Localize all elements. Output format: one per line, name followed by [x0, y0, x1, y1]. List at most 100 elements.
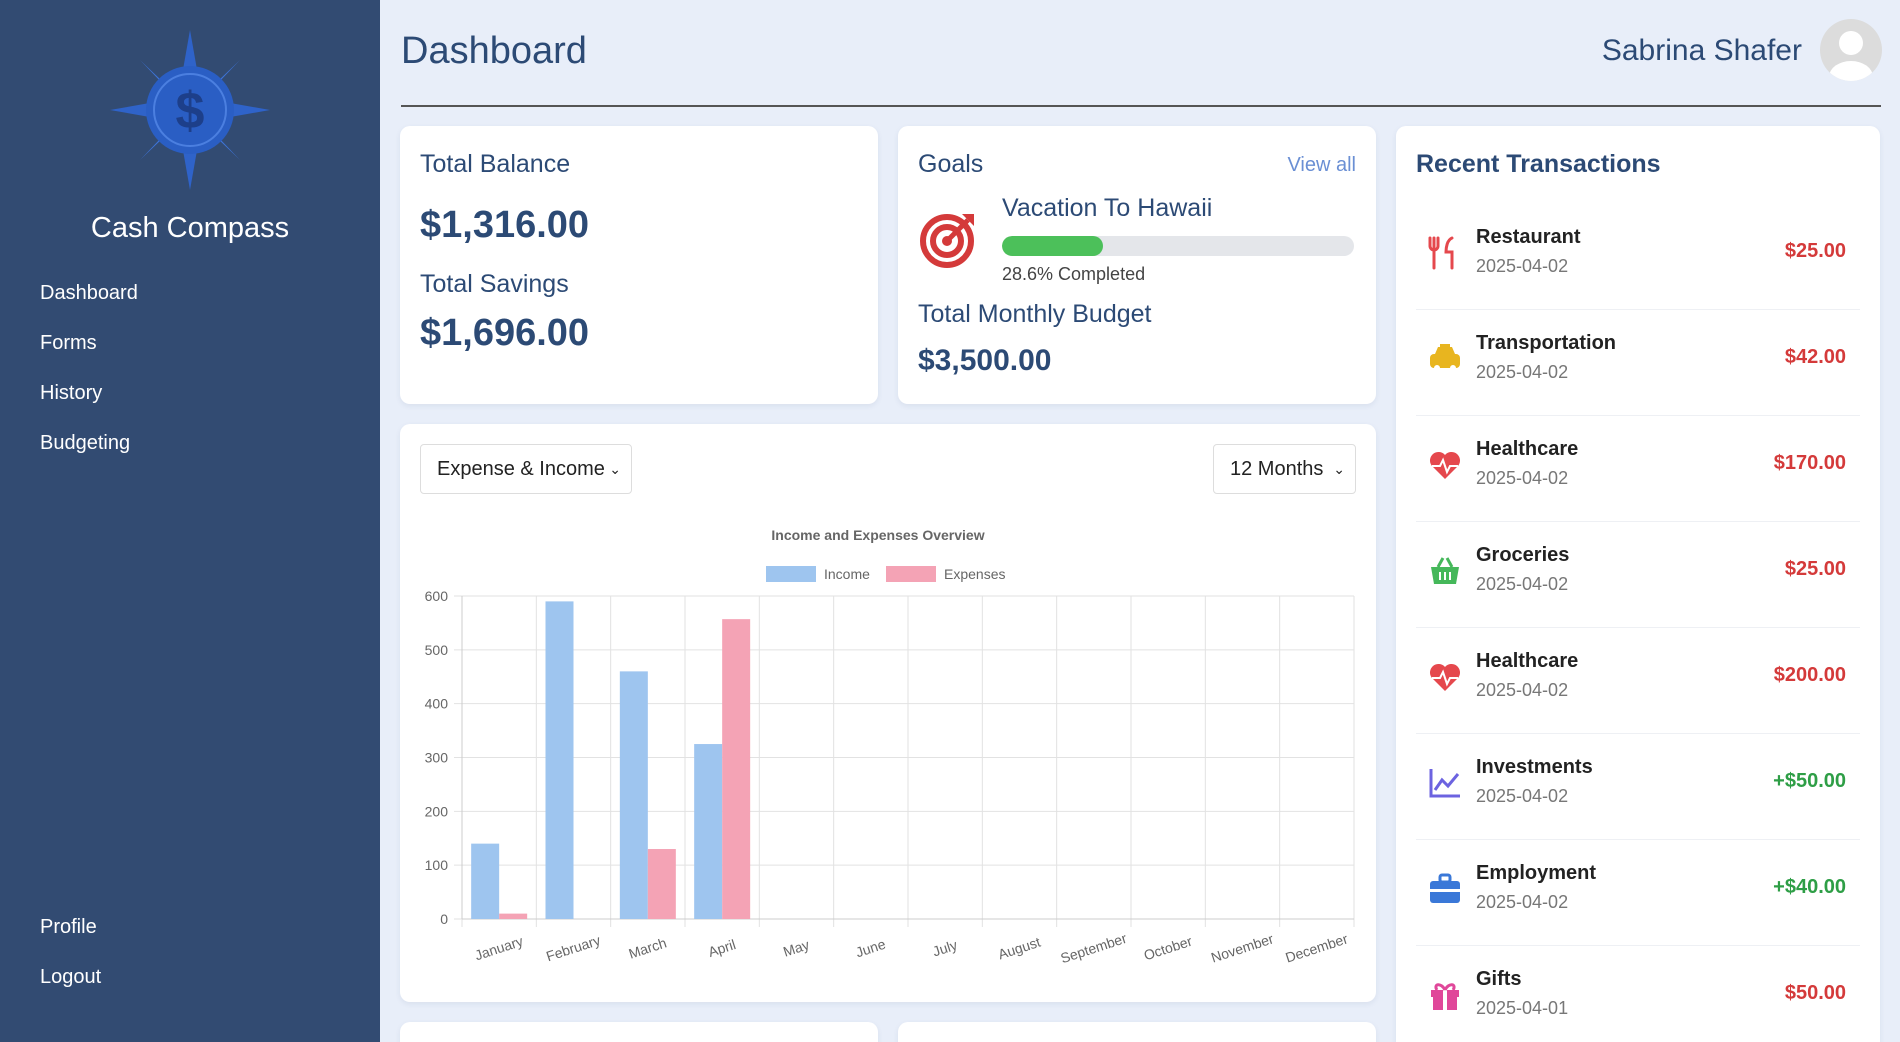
transaction-name: Transportation [1476, 332, 1617, 354]
transaction-amount: +$50.00 [1773, 770, 1846, 792]
goals-card: Goals View all Vacation To Hawaii 28.6% … [898, 126, 1376, 404]
transaction-amount: $25.00 [1784, 240, 1846, 262]
y-tick-label: 500 [425, 642, 449, 658]
chart-line-icon [1429, 769, 1460, 798]
heart-pulse-icon [1429, 451, 1461, 479]
lower-card-left [400, 1022, 878, 1042]
total-savings-value: $1,696.00 [420, 312, 590, 354]
nav-dashboard[interactable]: Dashboard [40, 282, 138, 305]
transaction-row[interactable]: Investments 2025-04-02 +$50.00 [1416, 734, 1860, 840]
transaction-row[interactable]: Restaurant 2025-04-02 $25.00 [1416, 204, 1860, 310]
nav-history[interactable]: History [40, 382, 102, 405]
transaction-row[interactable]: Healthcare 2025-04-02 $200.00 [1416, 628, 1860, 734]
view-all-link[interactable]: View all [1287, 154, 1356, 177]
nav-logout[interactable]: Logout [40, 966, 101, 989]
nav-budgeting[interactable]: Budgeting [40, 432, 130, 455]
x-tick-label: January [473, 933, 525, 964]
x-tick-label: September [1058, 930, 1128, 966]
transaction-date: 2025-04-02 [1476, 574, 1569, 594]
transaction-date: 2025-04-02 [1476, 786, 1569, 806]
page-title: Dashboard [401, 30, 587, 72]
x-tick-label: June [854, 936, 888, 961]
chart-type-value: Expense & Income [437, 458, 605, 480]
transaction-amount: $50.00 [1784, 982, 1846, 1004]
basket-icon [1431, 557, 1459, 584]
transaction-name: Employment [1476, 862, 1597, 884]
y-tick-label: 100 [425, 857, 449, 873]
transaction-row[interactable]: Groceries 2025-04-02 $25.00 [1416, 522, 1860, 628]
budget-label: Total Monthly Budget [918, 300, 1152, 328]
x-tick-label: February [544, 932, 602, 965]
chevron-down-icon: ⌄ [609, 461, 621, 477]
transaction-name: Healthcare [1476, 438, 1579, 460]
bar-expenses-march [647, 849, 676, 919]
briefcase-icon [1430, 873, 1460, 903]
transaction-row[interactable]: Healthcare 2025-04-02 $170.00 [1416, 416, 1860, 522]
legend-swatch [886, 566, 936, 582]
transaction-date: 2025-04-02 [1476, 892, 1569, 912]
sidebar: $ Cash Compass Dashboard Forms History B… [0, 0, 380, 1042]
user-name[interactable]: Sabrina Shafer [1602, 34, 1802, 68]
income-expense-chart: Income and Expenses Overview Income Expens… [425, 527, 1355, 966]
utensils-icon [1428, 236, 1454, 270]
bar-income-january [471, 843, 500, 919]
transaction-row[interactable]: Gifts 2025-04-01 $50.00 [1416, 946, 1860, 1042]
goal-progress-fill [1002, 236, 1103, 256]
transaction-amount: $170.00 [1773, 452, 1846, 474]
transaction-name: Investments [1476, 756, 1593, 778]
y-tick-label: 600 [425, 588, 449, 604]
y-tick-label: 0 [440, 911, 448, 927]
chart-range-value: 12 Months [1230, 458, 1324, 480]
target-icon [920, 214, 974, 268]
compass-dollar-logo-icon: $ [110, 30, 270, 190]
transaction-name: Groceries [1476, 544, 1570, 566]
x-tick-label: March [627, 934, 669, 961]
chevron-down-icon: ⌄ [1333, 461, 1345, 477]
transaction-row[interactable]: Transportation 2025-04-02 $42.00 [1416, 310, 1860, 416]
goals-title: Goals [918, 150, 984, 178]
total-balance-label: Total Balance [420, 150, 571, 178]
budget-value: $3,500.00 [918, 344, 1052, 377]
header-divider [401, 105, 1881, 107]
transaction-date: 2025-04-02 [1476, 468, 1569, 488]
legend-label: Expenses [944, 566, 1005, 582]
transactions-card: Recent Transactions Restaurant 2025-04-02… [1396, 126, 1880, 1042]
legend-label: Income [824, 566, 870, 582]
transaction-date: 2025-04-02 [1476, 362, 1569, 382]
x-tick-label: May [781, 936, 811, 959]
nav-forms[interactable]: Forms [40, 332, 97, 355]
bar-income-april [694, 744, 723, 919]
bar-income-february [545, 601, 574, 919]
brand-name: Cash Compass [90, 212, 290, 244]
transaction-date: 2025-04-02 [1476, 680, 1569, 700]
chart-title: Income and Expenses Overview [771, 527, 984, 543]
goal-progress-bar [1002, 236, 1354, 256]
x-tick-label: November [1209, 930, 1276, 965]
transaction-date: 2025-04-02 [1476, 256, 1569, 276]
transaction-amount: $200.00 [1773, 664, 1846, 686]
transactions-title: Recent Transactions [1416, 150, 1661, 178]
heart-pulse-icon [1429, 663, 1461, 691]
bar-income-march [619, 671, 648, 919]
transaction-name: Healthcare [1476, 650, 1579, 672]
y-tick-label: 200 [425, 803, 449, 819]
chart-range-select[interactable]: 12 Months ⌄ [1213, 444, 1356, 494]
chart-type-select[interactable]: Expense & Income ⌄ [420, 444, 632, 494]
y-tick-label: 400 [425, 696, 449, 712]
total-balance-value: $1,316.00 [420, 204, 590, 246]
user-avatar-icon[interactable] [1820, 19, 1882, 81]
transaction-name: Restaurant [1476, 226, 1581, 248]
transaction-amount: $25.00 [1784, 558, 1846, 580]
x-tick-label: July [931, 937, 960, 960]
bar-expenses-january [499, 913, 528, 919]
x-tick-label: April [706, 936, 738, 960]
svg-text:$: $ [176, 82, 205, 140]
bar-expenses-april [722, 619, 751, 919]
transaction-name: Gifts [1476, 968, 1522, 990]
transaction-row[interactable]: Employment 2025-04-02 +$40.00 [1416, 840, 1860, 946]
goal-progress-text: 28.6% Completed [1002, 264, 1146, 284]
taxi-icon [1430, 344, 1460, 371]
total-savings-label: Total Savings [420, 270, 569, 298]
gift-icon [1431, 983, 1459, 1010]
nav-profile[interactable]: Profile [40, 916, 97, 939]
